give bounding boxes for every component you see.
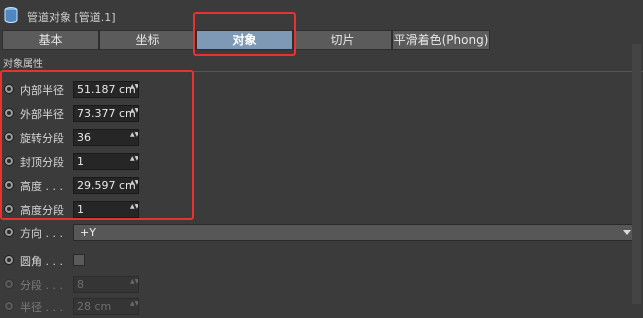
spinner-arrows-icon: ▲▼ [130,278,139,285]
param-label: 分段 . . . [20,279,63,292]
animate-radio [4,279,14,289]
fillet-radius-input: 28 cm ▲▼ [73,298,139,315]
tab-basic[interactable]: 基本 [2,30,99,50]
chevron-down-icon [623,230,631,235]
orientation-dropdown[interactable]: +Y [73,224,636,241]
fillet-checkbox[interactable] [73,254,85,266]
title-bar: 管道对象 [管道.1] [0,0,643,30]
field-value: 8 [77,278,84,291]
param-row-orientation: 方向 . . . +Y [0,222,643,244]
animate-radio[interactable] [4,255,14,265]
animate-radio[interactable] [4,227,14,237]
param-label: 半径 . . . [20,301,63,314]
tab-phong[interactable]: 平滑着色(Phong) [392,30,490,50]
dropdown-value: +Y [80,226,96,239]
highlight-box-tab [193,12,296,56]
highlight-box-params [0,70,194,220]
param-label: 方向 . . . [20,227,63,240]
param-row-fillet: 圆角 . . . [0,250,643,272]
animate-radio [4,301,14,311]
tab-coordinates[interactable]: 坐标 [99,30,196,50]
spinner-arrows-icon: ▲▼ [130,300,139,307]
pipe-object-icon [4,7,18,23]
scrollbar[interactable] [632,44,641,304]
field-value: 28 cm [77,300,112,313]
param-row-fillet-radius: 半径 . . . 28 cm ▲▼ [0,296,643,318]
window-title: 管道对象 [管道.1] [27,11,116,24]
param-label: 圆角 . . . [20,255,63,268]
param-row-fillet-segments: 分段 . . . 8 ▲▼ [0,274,643,296]
fillet-segments-input: 8 ▲▼ [73,276,139,293]
tab-slice[interactable]: 切片 [293,30,392,50]
